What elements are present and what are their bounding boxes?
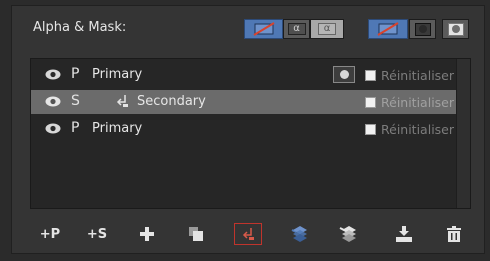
mask-inverted-button[interactable] [442,19,469,39]
no-alpha-icon [252,22,275,36]
no-mask-button[interactable] [368,19,408,39]
link-secondary-icon [242,228,254,240]
layer-list[interactable]: P Primary Réinitialiser S Secondary Réin… [30,58,471,209]
add-primary-button[interactable]: +P [38,223,62,245]
mask-button[interactable] [409,19,436,39]
alpha-icon: α [287,23,306,35]
reset-checkbox[interactable] [365,70,376,81]
delete-button[interactable] [444,223,464,245]
alpha-mask-panel: Alpha & Mask: α α P Primary Réinitialise… [11,5,485,254]
layers-blue-button[interactable] [288,223,310,245]
import-button[interactable] [393,223,415,245]
layer-name: Secondary [137,94,206,109]
duplicate-button[interactable] [186,223,206,245]
alpha-inverted-icon: α [318,23,336,35]
link-secondary-button[interactable] [234,223,262,245]
mask-toggle-button[interactable] [333,66,355,83]
mask-inverted-icon [447,22,464,36]
layers-blue-icon [291,226,307,242]
add-icon [140,227,154,241]
reset-checkbox[interactable] [365,124,376,135]
add-button[interactable] [137,223,157,245]
layer-row-primary[interactable]: P Primary Réinitialiser [31,63,456,87]
layer-row-secondary[interactable]: S Secondary Réinitialiser [31,90,456,114]
mask-dot-icon [339,70,349,79]
eye-icon[interactable] [45,96,61,107]
reset-checkbox[interactable] [365,97,376,108]
import-icon [396,226,412,242]
alpha-mask-header: Alpha & Mask: α α [12,6,484,52]
link-secondary-icon [116,95,128,107]
layers-icon [339,226,356,242]
alpha-mask-label: Alpha & Mask: [33,20,127,35]
eye-icon[interactable] [45,123,61,134]
layers-button[interactable] [337,223,359,245]
layer-name: Primary [92,67,143,82]
no-alpha-button[interactable] [244,19,283,39]
alpha-inverted-button[interactable]: α [310,19,344,39]
layer-type: P [71,66,80,82]
scrollbar[interactable] [456,59,470,208]
reset-label[interactable]: Réinitialiser [381,68,454,83]
mask-icon [414,22,431,36]
trash-icon [447,226,461,242]
layer-type: P [71,120,80,136]
duplicate-icon [189,227,203,241]
alpha-button[interactable]: α [283,19,310,39]
bottom-toolbar: +P +S [12,216,484,252]
add-secondary-button[interactable]: +S [85,223,109,245]
reset-label[interactable]: Réinitialiser [381,122,454,137]
layer-name: Primary [92,121,143,136]
reset-label[interactable]: Réinitialiser [381,95,454,110]
no-mask-icon [377,22,399,36]
layer-type: S [71,93,80,109]
eye-icon[interactable] [45,69,61,80]
layer-row-primary[interactable]: P Primary Réinitialiser [31,117,456,141]
